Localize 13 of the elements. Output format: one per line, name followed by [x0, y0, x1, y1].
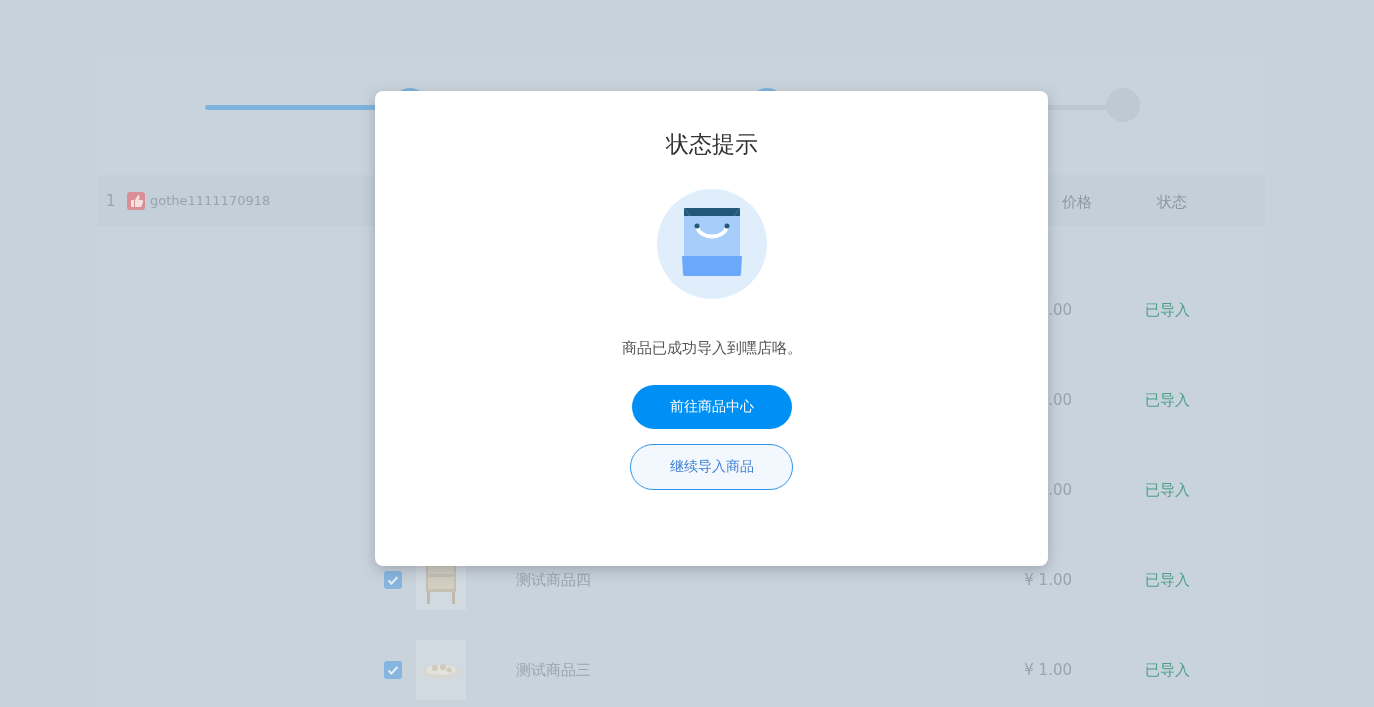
dialog-message: 商品已成功导入到嘿店咯。: [621, 339, 802, 358]
shopping-bag-icon: [656, 189, 767, 299]
import-status: 已导入: [1145, 660, 1190, 679]
import-status: 已导入: [1145, 300, 1190, 319]
import-status: 已导入: [1145, 390, 1190, 409]
checkbox[interactable]: [384, 661, 402, 679]
import-status: 已导入: [1145, 480, 1190, 499]
thumbs-up-icon: [127, 191, 145, 210]
go-to-products-button[interactable]: 前往商品中心: [631, 385, 792, 429]
continue-import-button[interactable]: 继续导入商品: [630, 444, 793, 490]
checkbox[interactable]: [384, 571, 402, 589]
import-status: 已导入: [1145, 570, 1190, 589]
dialog-title: 状态提示: [665, 130, 758, 159]
